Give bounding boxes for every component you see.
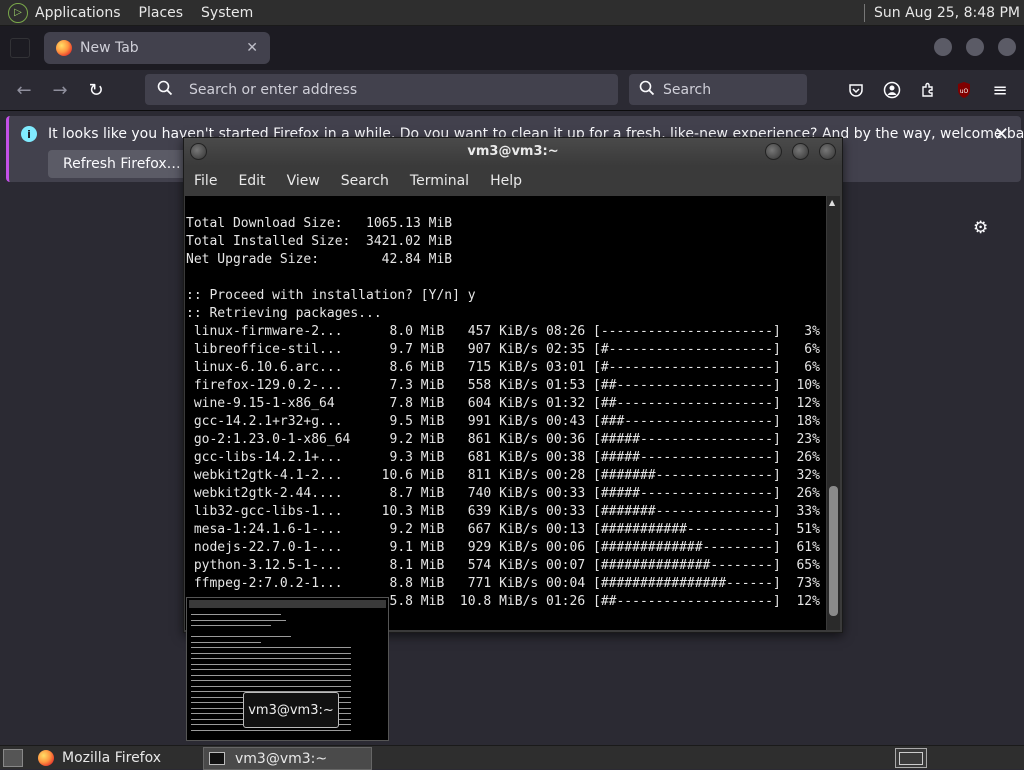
terminal-menubar: File Edit View Search Terminal Help [184, 166, 842, 196]
back-icon[interactable]: ← [12, 78, 36, 102]
preview-text-line [191, 669, 351, 670]
preview-text-line [191, 663, 351, 665]
menu-file[interactable]: File [194, 173, 217, 189]
terminal-scrollbar[interactable]: ▲ [827, 196, 840, 630]
preview-text-line [191, 680, 351, 681]
maximize-icon[interactable] [966, 38, 984, 56]
panel-menus: Applications Places System [35, 0, 271, 25]
preview-text-line [191, 685, 351, 687]
terminal-output: Total Download Size: 1065.13 MiB Total I… [186, 216, 820, 609]
menu-system[interactable]: System [201, 5, 253, 21]
search-input[interactable] [661, 80, 805, 99]
preview-text-line [191, 658, 351, 659]
svg-text:uO: uO [960, 88, 969, 95]
menu-terminal[interactable]: Terminal [410, 173, 469, 189]
maximize-icon[interactable] [792, 143, 809, 160]
menu-search[interactable]: Search [341, 173, 389, 189]
terminal-screen[interactable]: Total Download Size: 1065.13 MiB Total I… [185, 196, 826, 630]
minimize-icon[interactable] [765, 143, 782, 160]
menu-icon[interactable]: ≡ [990, 80, 1010, 101]
ublock-origin-icon[interactable]: uO [954, 80, 974, 100]
close-icon[interactable] [819, 143, 836, 160]
preview-text-line [191, 674, 351, 676]
preview-text-line [191, 652, 351, 654]
distro-logo-icon[interactable]: ▷ [8, 2, 28, 23]
task-label: Mozilla Firefox [62, 749, 162, 766]
terminal-window: vm3@vm3:~ File Edit View Search Terminal… [183, 137, 843, 633]
minimize-icon[interactable] [934, 38, 952, 56]
search-bar[interactable] [629, 74, 807, 105]
notification-close-icon[interactable]: ✕ [994, 124, 1009, 145]
tab-new-tab[interactable]: New Tab ✕ [44, 32, 270, 64]
settings-gear-icon[interactable]: ⚙ [973, 218, 988, 238]
workspace-switcher[interactable] [895, 748, 927, 768]
address-input[interactable] [187, 80, 591, 99]
reload-icon[interactable]: ↻ [84, 78, 108, 102]
search-icon [639, 80, 655, 100]
refresh-firefox-button[interactable]: Refresh Firefox… [48, 150, 196, 178]
preview-text-line [191, 647, 351, 648]
preview-text-line [191, 614, 281, 615]
info-icon: i [21, 126, 37, 142]
tab-title: New Tab [80, 40, 139, 56]
window-menu-icon[interactable] [190, 143, 207, 160]
preview-text-line [191, 619, 286, 621]
preview-text-line [191, 729, 351, 731]
task-terminal[interactable]: vm3@vm3:~ [203, 747, 372, 770]
menu-applications[interactable]: Applications [35, 5, 121, 21]
forward-icon[interactable]: → [48, 78, 72, 102]
preview-text-line [191, 636, 291, 637]
menu-places[interactable]: Places [139, 5, 184, 21]
preview-text-line [191, 625, 271, 626]
preview-label: vm3@vm3:~ [243, 692, 339, 728]
clock[interactable]: Sun Aug 25, 8:48 PM [874, 5, 1020, 21]
terminal-icon [209, 752, 225, 765]
panel-separator [864, 3, 865, 22]
firefox-icon [38, 749, 54, 766]
terminal-title: vm3@vm3:~ [467, 144, 559, 159]
show-desktop-icon[interactable] [3, 749, 23, 767]
account-icon[interactable] [882, 80, 902, 100]
menu-view[interactable]: View [287, 173, 320, 189]
firefox-tab-strip: New Tab ✕ [0, 26, 1024, 70]
close-window-icon[interactable] [998, 38, 1016, 56]
tab-close-icon[interactable]: ✕ [246, 40, 258, 56]
firefox-view-icon[interactable] [10, 38, 30, 58]
top-panel: ▷ Applications Places System Sun Aug 25,… [0, 0, 1024, 26]
menu-help[interactable]: Help [490, 173, 522, 189]
task-firefox[interactable]: Mozilla Firefox [33, 747, 198, 768]
address-bar[interactable] [145, 74, 618, 105]
firefox-icon [56, 40, 72, 56]
pocket-icon[interactable] [846, 80, 866, 100]
extensions-icon[interactable] [918, 80, 938, 100]
scroll-up-icon[interactable]: ▲ [829, 198, 835, 207]
menu-edit[interactable]: Edit [238, 173, 265, 189]
search-icon [157, 80, 173, 100]
scrollbar-thumb[interactable] [829, 486, 838, 616]
preview-text-line [191, 641, 261, 643]
bottom-taskbar: Mozilla Firefox vm3@vm3:~ [0, 745, 1024, 770]
preview-menubar [189, 600, 386, 608]
firefox-nav-bar: ← → ↻ uO ≡ [0, 70, 1024, 111]
task-label: vm3@vm3:~ [235, 750, 328, 767]
terminal-titlebar[interactable]: vm3@vm3:~ [184, 138, 842, 166]
